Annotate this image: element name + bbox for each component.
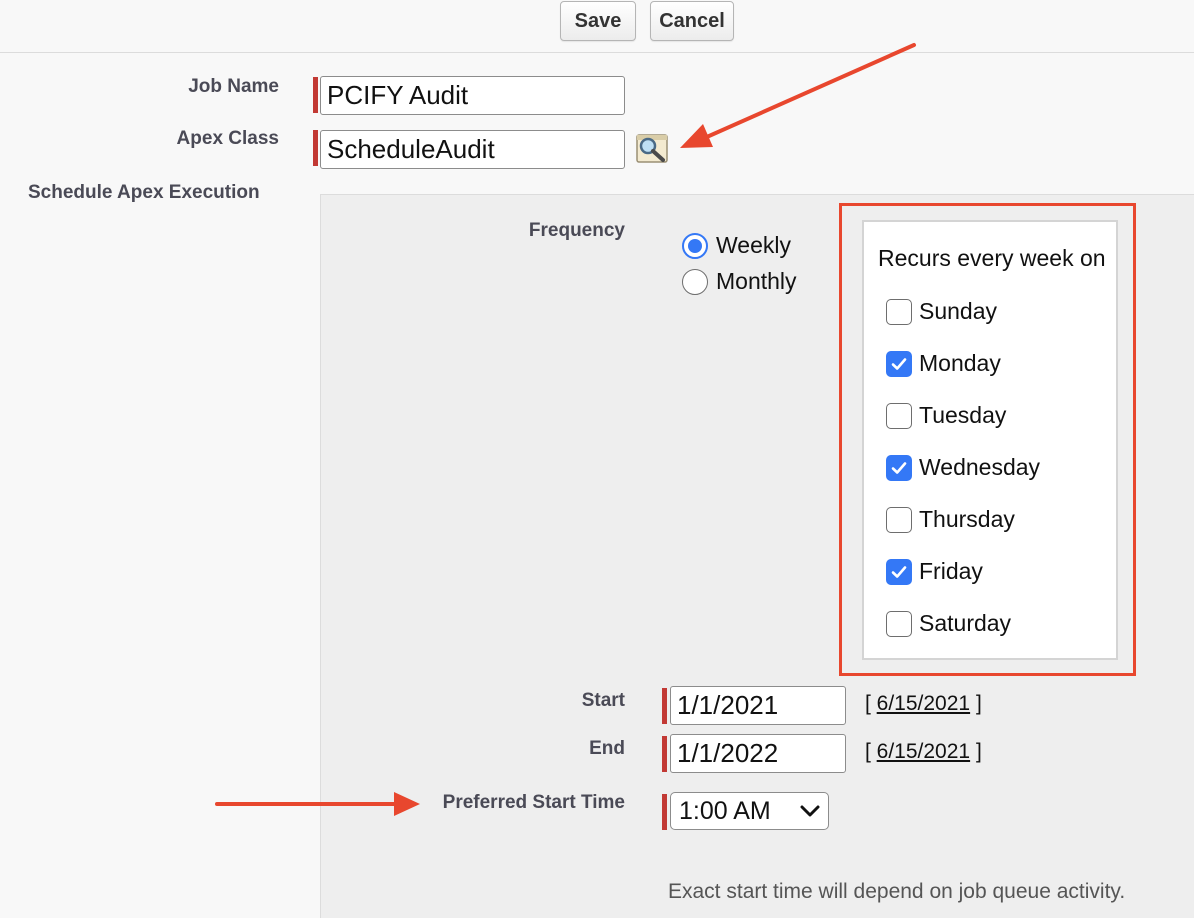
toolbar: Save Cancel (0, 0, 1194, 53)
annotation-highlight-box (839, 203, 1136, 676)
end-today-date-link[interactable]: 6/15/2021 (877, 740, 970, 763)
start-date-input[interactable]: 1/1/2021 (670, 686, 846, 725)
frequency-option-label: Monthly (716, 268, 797, 294)
job-name-input[interactable]: PCIFY Audit (320, 76, 625, 115)
frequency-option-label: Weekly (716, 232, 791, 258)
select-value: 1:00 AM (679, 796, 771, 825)
annotation-arrow-apex-class (680, 43, 916, 148)
schedule-apex-execution-label: Schedule Apex Execution (28, 182, 260, 203)
required-indicator (313, 130, 318, 166)
save-button[interactable]: Save (560, 1, 636, 41)
start-today-date-link[interactable]: 6/15/2021 (877, 692, 970, 715)
preferred-start-time-label: Preferred Start Time (442, 792, 625, 813)
end-date-input[interactable]: 1/1/2022 (670, 734, 846, 773)
preferred-start-time-select[interactable]: 1:00 AM (670, 792, 829, 830)
frequency-weekly-radio[interactable]: Weekly (682, 232, 791, 259)
lookup-magnifier-icon[interactable] (634, 131, 670, 165)
end-today-link: [ 6/15/2021 ] (865, 740, 982, 763)
cancel-button[interactable]: Cancel (650, 1, 734, 41)
end-date-label: End (589, 738, 625, 759)
required-indicator (662, 736, 667, 772)
job-queue-note: Exact start time will depend on job queu… (668, 880, 1126, 903)
chevron-down-icon (800, 805, 820, 817)
required-indicator (662, 688, 667, 724)
start-date-label: Start (581, 690, 625, 711)
apex-class-input[interactable]: ScheduleAudit (320, 130, 625, 169)
start-today-link: [ 6/15/2021 ] (865, 692, 982, 715)
apex-class-label: Apex Class (176, 128, 279, 149)
radio-selected-icon (682, 232, 708, 259)
required-indicator (662, 794, 667, 830)
required-indicator (313, 77, 318, 113)
radio-unselected-icon (682, 268, 708, 295)
frequency-monthly-radio[interactable]: Monthly (682, 268, 797, 295)
job-name-label: Job Name (188, 76, 279, 97)
frequency-label: Frequency (528, 220, 625, 241)
